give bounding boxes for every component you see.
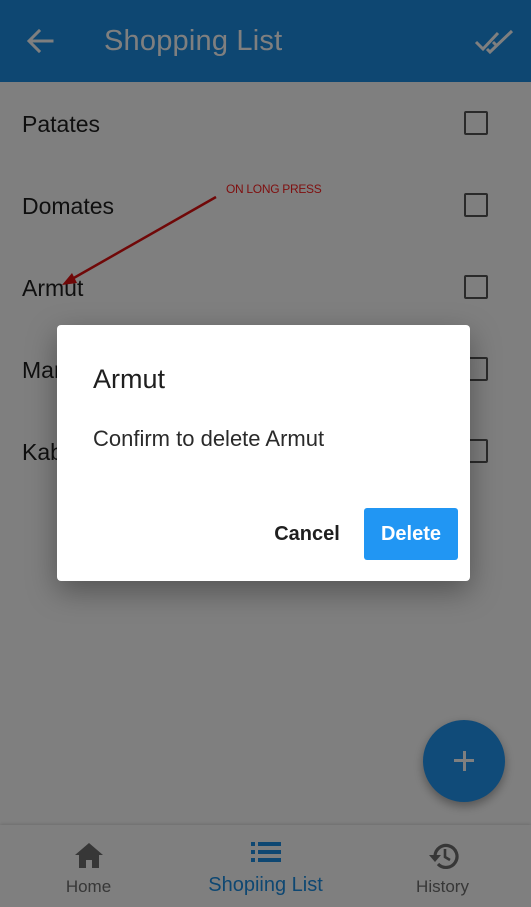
dialog-message: Confirm to delete Armut <box>93 426 325 451</box>
cancel-button[interactable]: Cancel <box>259 508 355 560</box>
dialog-title: Armut <box>93 364 166 394</box>
delete-button[interactable]: Delete <box>364 508 458 560</box>
confirm-delete-dialog: Armut Confirm to delete Armut Cancel Del… <box>57 325 470 581</box>
